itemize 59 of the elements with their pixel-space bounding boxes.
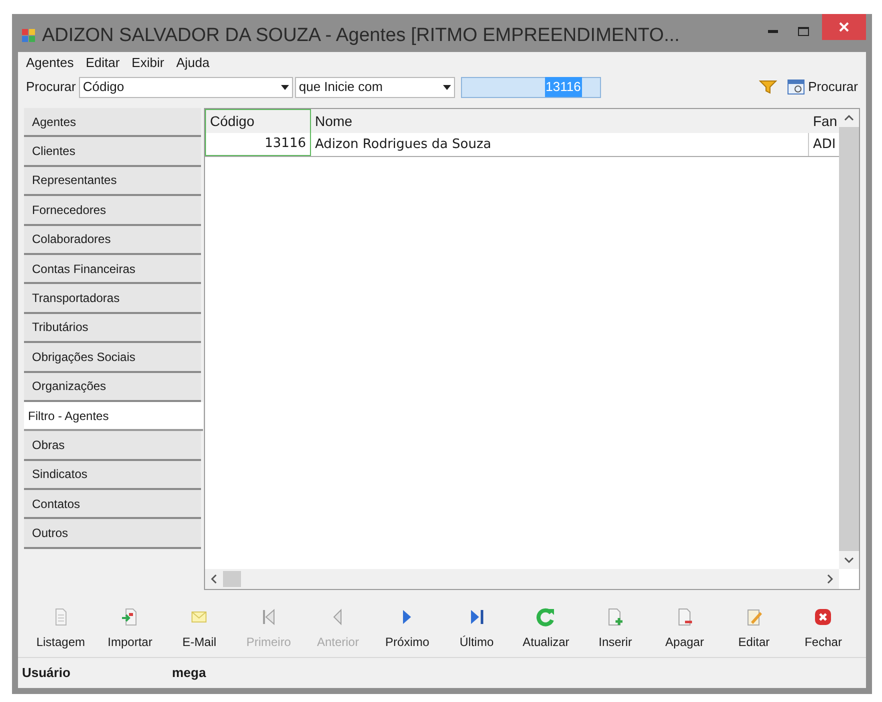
maximize-icon xyxy=(798,26,808,36)
window-icon xyxy=(787,79,806,95)
scroll-left-icon xyxy=(211,574,217,584)
scroll-down-icon xyxy=(844,557,854,563)
scroll-thumb[interactable] xyxy=(223,571,241,587)
sidebar-tab[interactable]: Colaboradores xyxy=(24,226,201,255)
sidebar-tab[interactable]: Representantes xyxy=(24,166,201,196)
column-header[interactable]: Nome xyxy=(311,109,809,133)
field-dropdown[interactable]: Código xyxy=(78,76,293,98)
dropdown-arrow-icon xyxy=(280,84,289,90)
window-title: ADIZON SALVADOR DA SOUZA - Agentes [RITMO EMPREENDIMENTO... xyxy=(42,24,680,48)
close-icon xyxy=(813,606,834,626)
menu-item[interactable]: Agentes xyxy=(26,53,74,73)
app-icon xyxy=(22,29,36,43)
search-label: Procurar xyxy=(26,78,76,96)
horizontal-scrollbar[interactable] xyxy=(205,569,839,589)
toolbar-button[interactable]: Editar xyxy=(719,606,789,650)
column-header[interactable]: Fan xyxy=(809,109,839,133)
sidebar-tab[interactable]: Organizações xyxy=(24,372,201,402)
sidebar-tab[interactable]: Obras xyxy=(24,431,201,461)
sidebar-tab[interactable]: Transportadoras xyxy=(24,284,201,314)
scroll-right-icon xyxy=(827,574,833,584)
table-cell: Adizon Rodrigues da Souza xyxy=(311,133,809,156)
sidebar-tab[interactable]: Tributários xyxy=(24,314,201,344)
status-label: Usuário xyxy=(21,664,72,682)
table-cell: 13116 xyxy=(205,133,311,156)
sidebar-tab[interactable]: Obrigações Sociais xyxy=(24,343,201,373)
minimize-icon xyxy=(768,30,778,32)
filter-icon xyxy=(759,79,778,95)
sidebar-tab[interactable]: Contatos xyxy=(24,490,201,520)
toolbar-button[interactable]: Próximo xyxy=(372,606,442,650)
close-icon xyxy=(839,22,849,32)
sidebar-tab[interactable]: Clientes xyxy=(24,137,201,167)
table-cell-text: ADI xyxy=(812,136,837,154)
sidebar-tab[interactable]: Sindicatos xyxy=(24,460,201,490)
search-button[interactable]: Procurar xyxy=(787,77,858,97)
toolbar-button[interactable]: Fechar xyxy=(788,606,858,650)
sidebar-tab[interactable]: Contas Financeiras xyxy=(24,254,201,284)
menu-item[interactable]: Editar xyxy=(86,53,120,73)
column-header[interactable]: Código xyxy=(205,109,311,133)
toolbar-button[interactable]: Listagem xyxy=(26,606,96,650)
close-button[interactable] xyxy=(822,14,866,40)
toolbar-button[interactable]: E-Mail xyxy=(164,606,234,650)
status-value: mega xyxy=(171,664,206,682)
toolbar-button[interactable]: Inserir xyxy=(580,606,650,650)
scroll-up-icon xyxy=(844,115,854,121)
sidebar-tab[interactable]: Agentes xyxy=(24,108,201,138)
menu-item[interactable]: Exibir xyxy=(132,53,164,73)
dropdown-arrow-icon xyxy=(442,84,451,90)
sidebar-tab[interactable]: Filtro - Agentes xyxy=(24,402,203,432)
sidebar-tab[interactable]: Fornecedores xyxy=(24,196,201,226)
sidebar-tab[interactable]: Outros xyxy=(24,519,201,549)
refresh-icon xyxy=(536,606,556,626)
toolbar-button[interactable]: Importar xyxy=(95,606,165,650)
toolbar-button[interactable]: Atualizar xyxy=(511,606,581,650)
menu-item[interactable]: Ajuda xyxy=(176,53,210,73)
toolbar-button[interactable]: Último xyxy=(442,606,512,650)
toolbar-button[interactable]: Apagar xyxy=(650,606,720,650)
condition-dropdown[interactable]: que Inicie com xyxy=(294,76,455,98)
